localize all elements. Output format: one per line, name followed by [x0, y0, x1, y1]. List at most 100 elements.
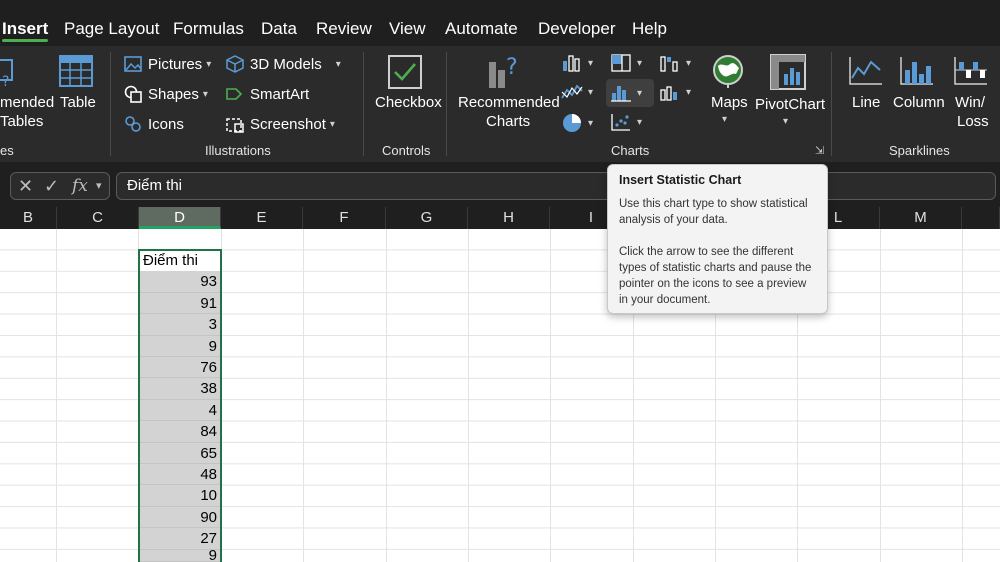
table-cell[interactable]: 3	[139, 314, 221, 336]
tab-formulas[interactable]: Formulas	[173, 0, 244, 46]
recommended-charts-icon: ?	[489, 55, 518, 88]
column-chart-button[interactable]: ▾	[561, 53, 593, 73]
column-header-e[interactable]: E	[221, 207, 303, 229]
tab-automate[interactable]: Automate	[445, 0, 518, 46]
tooltip-description: Use this chart type to show statistical …	[619, 198, 808, 226]
illustrations-group-label: Illustrations	[205, 143, 271, 158]
table-cell[interactable]: 91	[139, 292, 221, 315]
tab-insert[interactable]: Insert	[2, 0, 49, 46]
table-label: Table	[60, 94, 96, 111]
table-cell[interactable]: 27	[139, 528, 221, 550]
confirm-icon[interactable]: ✓	[44, 176, 59, 197]
tab-page-layout[interactable]: Page Layout	[64, 0, 159, 46]
column-header-n[interactable]	[962, 207, 1000, 229]
column-header-m[interactable]: M	[880, 207, 962, 229]
3d-models-button[interactable]: 3D Models ▾	[226, 52, 341, 76]
pivotchart-label: PivotChart	[755, 96, 826, 113]
screenshot-button[interactable]: Screenshot ▾	[226, 112, 335, 136]
icons-button[interactable]: Icons	[124, 112, 184, 136]
scatter-chart-icon	[611, 114, 630, 131]
table-cell[interactable]: 93	[139, 271, 221, 293]
combo-chart-button[interactable]: ▾	[659, 82, 691, 102]
statistic-chart-icon	[611, 86, 631, 102]
grid-line	[56, 229, 57, 562]
pictures-icon	[124, 56, 142, 72]
separator	[110, 52, 111, 156]
grid-line	[468, 229, 469, 562]
formula-bar: ✕ ✓ fx ▾ Điểm thi	[0, 162, 1000, 207]
icons-icon	[125, 116, 141, 132]
tables-group-label: es	[0, 143, 14, 158]
statistic-chart-button[interactable]: ▾	[606, 79, 654, 107]
separator	[831, 52, 832, 156]
cell-header[interactable]: Điểm thi	[139, 250, 221, 272]
column-header-c[interactable]: C	[57, 207, 139, 229]
chevron-down-icon: ▾	[637, 116, 643, 128]
smartart-label: SmartArt	[250, 85, 310, 103]
formula-controls: ✕ ✓ fx ▾	[10, 172, 110, 200]
table-cell[interactable]: 4	[139, 399, 221, 422]
table-cell[interactable]: 65	[139, 442, 221, 464]
tab-review[interactable]: Review	[316, 0, 372, 46]
statistic-chart-tooltip: Insert Statistic Chart Use this chart ty…	[607, 164, 828, 314]
chevron-down-icon: ▾	[588, 57, 594, 69]
shapes-button[interactable]: Shapes ▾	[124, 82, 208, 106]
sparkline-line-label: Line	[852, 94, 881, 111]
column-header-f[interactable]: F	[303, 207, 386, 229]
tab-developer[interactable]: Developer	[538, 0, 616, 46]
table-cell[interactable]: 38	[139, 378, 221, 400]
table-cell[interactable]: 9	[139, 549, 221, 562]
table-cell[interactable]: 84	[139, 421, 221, 443]
table-cell[interactable]: 9	[139, 335, 221, 357]
chevron-down-icon: ▾	[329, 118, 335, 130]
maps-label: Maps	[711, 94, 748, 111]
pictures-button[interactable]: Pictures ▾	[124, 52, 211, 76]
grid-line	[880, 229, 881, 562]
tab-help[interactable]: Help	[632, 0, 667, 46]
column-header-h[interactable]: H	[468, 207, 550, 229]
tab-data[interactable]: Data	[261, 0, 297, 46]
screenshot-icon	[226, 118, 244, 133]
column-header-g[interactable]: G	[386, 207, 468, 229]
insert-function-icon[interactable]: fx	[72, 176, 88, 196]
table-cell[interactable]: 76	[139, 357, 221, 379]
pie-chart-icon	[563, 114, 581, 132]
line-chart-button[interactable]: ▾	[561, 82, 593, 102]
waterfall-chart-button[interactable]: ▾	[659, 53, 691, 73]
sparkline-column-label: Column	[893, 94, 945, 111]
chevron-down-icon[interactable]: ▾	[96, 179, 102, 192]
combo-chart-icon	[660, 86, 677, 101]
pie-chart-button[interactable]: ▾	[561, 112, 593, 134]
cancel-icon[interactable]: ✕	[18, 176, 33, 197]
tab-view[interactable]: View	[389, 0, 426, 46]
table-cell[interactable]: 10	[139, 485, 221, 507]
icons-label: Icons	[148, 115, 184, 133]
pictures-label: Pictures	[148, 55, 203, 73]
table-cell[interactable]: 48	[139, 464, 221, 486]
recommended-charts-label2: Charts	[486, 113, 531, 130]
dialog-launcher-icon[interactable]: ⇲	[815, 144, 824, 157]
separator	[363, 52, 364, 156]
treemap-chart-icon	[611, 54, 631, 72]
column-header-d[interactable]: D	[139, 207, 221, 229]
formula-input[interactable]: Điểm thi	[116, 172, 996, 200]
column-headers: B C D E F G H I J K L M	[0, 207, 1000, 229]
waterfall-chart-icon	[660, 56, 678, 72]
chevron-down-icon: ▾	[335, 58, 341, 70]
recommended-charts-label1: Recommended	[458, 94, 560, 111]
tooltip-instructions: Click the arrow to see the different typ…	[619, 246, 812, 306]
hierarchy-chart-button[interactable]: ▾	[610, 53, 642, 73]
checkbox-icon	[388, 55, 422, 89]
tooltip-title: Insert Statistic Chart	[619, 173, 742, 187]
column-header-b[interactable]: B	[0, 207, 57, 229]
recommended-pivottables-label1: mended	[0, 94, 55, 111]
chevron-down-icon: ▾	[686, 57, 692, 69]
table-cell[interactable]: 90	[139, 506, 221, 529]
smartart-button[interactable]: SmartArt	[226, 82, 309, 106]
shapes-icon	[124, 85, 142, 103]
smartart-icon	[226, 88, 243, 100]
chevron-down-icon: ▾	[783, 116, 789, 127]
scatter-chart-button[interactable]: ▾	[610, 112, 642, 132]
chevron-down-icon: ▾	[722, 114, 728, 125]
svg-text:?: ?	[2, 74, 9, 90]
